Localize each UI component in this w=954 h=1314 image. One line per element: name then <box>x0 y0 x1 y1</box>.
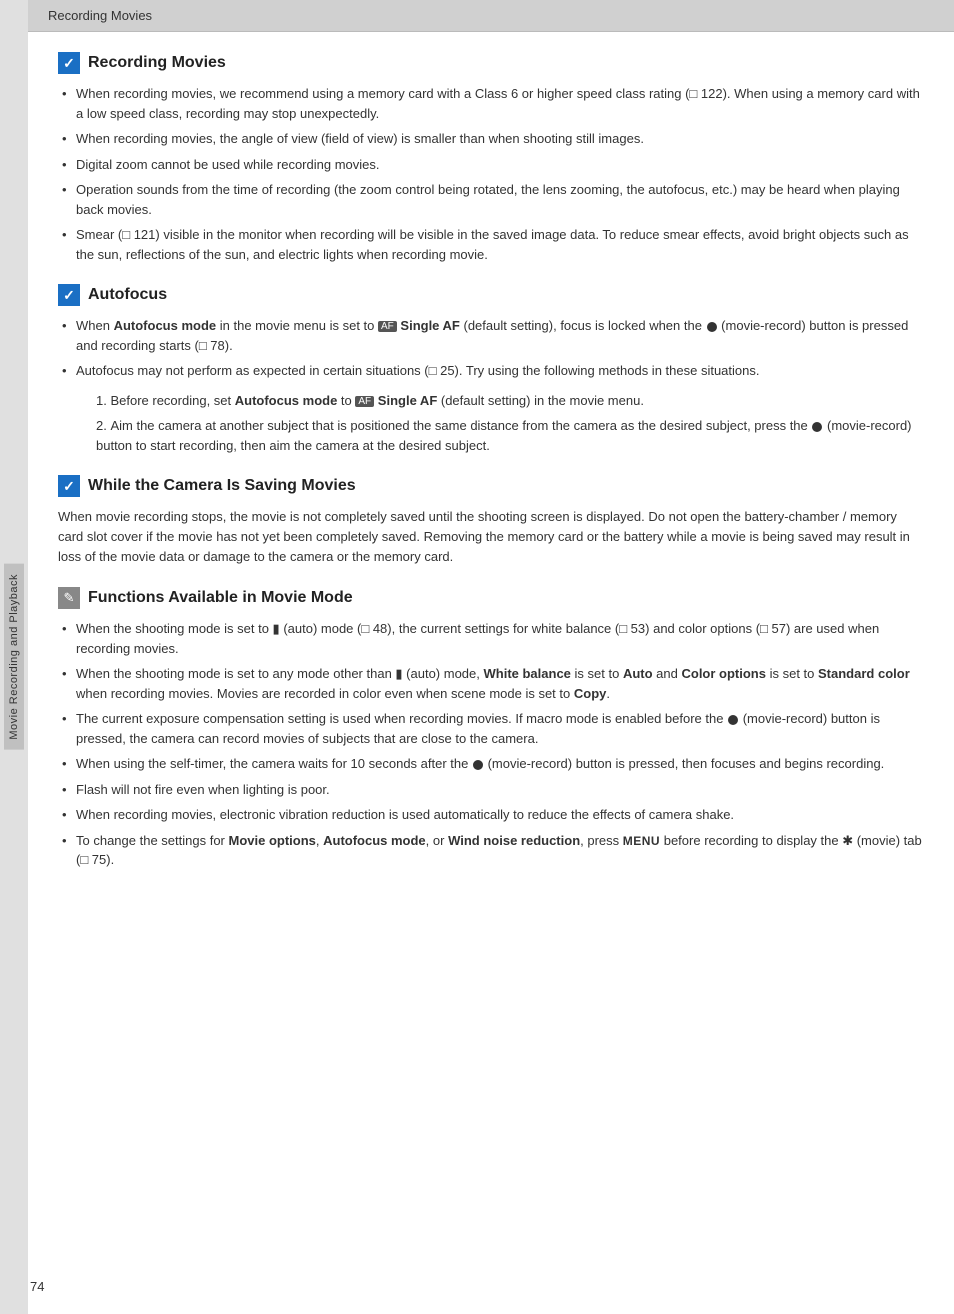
list-item: Operation sounds from the time of record… <box>58 180 924 219</box>
pencil-icon-functions <box>58 587 80 609</box>
page: Movie Recording and Playback Recording M… <box>0 0 954 1314</box>
main-content: Recording Movies Recording Movies When r… <box>28 0 954 1314</box>
sidebar: Movie Recording and Playback <box>0 0 28 1314</box>
autofocus-list: When Autofocus mode in the movie menu is… <box>58 316 924 381</box>
list-item: Autofocus may not perform as expected in… <box>58 361 924 381</box>
list-item: 1. Before recording, set Autofocus mode … <box>78 391 924 411</box>
list-item: When the shooting mode is set to ▮ (auto… <box>58 619 924 658</box>
section-recording-movies-heading: Recording Movies <box>58 52 924 74</box>
list-item: Smear (□ 121) visible in the monitor whe… <box>58 225 924 264</box>
saving-para: When movie recording stops, the movie is… <box>58 507 924 567</box>
page-number: 74 <box>30 1279 44 1294</box>
section-saving-title: While the Camera Is Saving Movies <box>88 477 356 495</box>
check-icon-autofocus <box>58 284 80 306</box>
header-bar: Recording Movies <box>28 0 954 32</box>
section-functions-title: Functions Available in Movie Mode <box>88 589 353 607</box>
list-item: Digital zoom cannot be used while record… <box>58 155 924 175</box>
list-item: The current exposure compensation settin… <box>58 709 924 748</box>
list-item: When using the self-timer, the camera wa… <box>58 754 924 774</box>
autofocus-numbered-list: 1. Before recording, set Autofocus mode … <box>78 391 924 456</box>
section-autofocus-title: Autofocus <box>88 286 167 304</box>
sidebar-label: Movie Recording and Playback <box>4 564 24 750</box>
list-item: When recording movies, electronic vibrat… <box>58 805 924 825</box>
list-item: To change the settings for Movie options… <box>58 831 924 870</box>
list-item: When recording movies, we recommend usin… <box>58 84 924 123</box>
list-item: When the shooting mode is set to any mod… <box>58 664 924 703</box>
content-area: Recording Movies When recording movies, … <box>28 32 954 1314</box>
recording-movies-list: When recording movies, we recommend usin… <box>58 84 924 264</box>
section-saving-heading: While the Camera Is Saving Movies <box>58 475 924 497</box>
list-item: When recording movies, the angle of view… <box>58 129 924 149</box>
header-title: Recording Movies <box>48 8 152 23</box>
check-icon-saving <box>58 475 80 497</box>
list-item: Flash will not fire even when lighting i… <box>58 780 924 800</box>
functions-list: When the shooting mode is set to ▮ (auto… <box>58 619 924 870</box>
section-functions-heading: Functions Available in Movie Mode <box>58 587 924 609</box>
section-autofocus-heading: Autofocus <box>58 284 924 306</box>
section-recording-movies-title: Recording Movies <box>88 54 226 72</box>
check-icon-recording <box>58 52 80 74</box>
list-item: 2. Aim the camera at another subject tha… <box>78 416 924 455</box>
list-item: When Autofocus mode in the movie menu is… <box>58 316 924 355</box>
